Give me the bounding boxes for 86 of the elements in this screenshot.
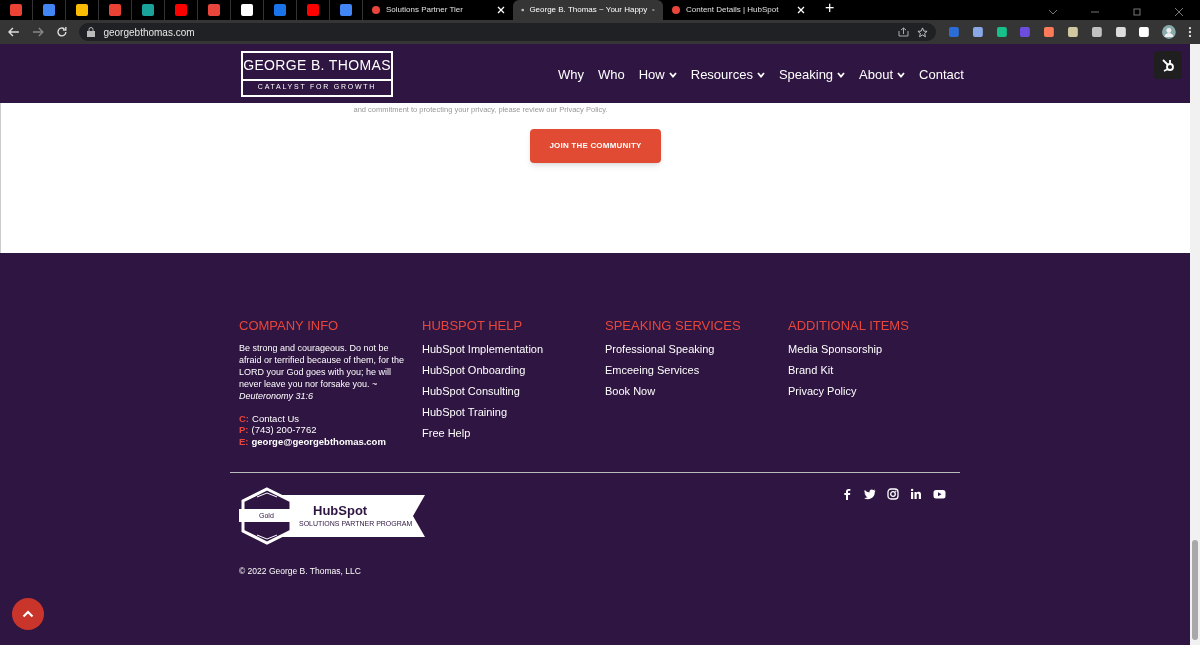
column-heading: ADDITIONAL ITEMS: [788, 317, 910, 335]
scrollbar-thumb[interactable]: [1192, 540, 1198, 640]
back-icon[interactable]: [8, 27, 20, 37]
contact-label: C:: [239, 412, 250, 424]
extension-icon[interactable]: [1114, 26, 1127, 38]
extension-icon[interactable]: [1090, 26, 1103, 38]
footer-link[interactable]: HubSpot Training: [422, 404, 507, 419]
browser-tab[interactable]: Solutions Partner Tier: [363, 0, 513, 20]
forward-icon[interactable]: [31, 27, 44, 37]
phone-number: (743) 200-7762: [251, 424, 317, 436]
footer-link[interactable]: HubSpot Consulting: [422, 383, 520, 398]
pinned-tab-icon[interactable]: [208, 4, 220, 16]
scrollbar[interactable]: [1190, 44, 1200, 645]
footer-link[interactable]: HubSpot Onboarding: [422, 362, 526, 377]
extension-icon[interactable]: [971, 26, 984, 38]
footer-link[interactable]: Privacy Policy: [788, 383, 857, 398]
contact-link[interactable]: Contact Us: [252, 412, 300, 424]
footer-link[interactable]: Professional Speaking: [605, 341, 715, 356]
footer-link[interactable]: Book Now: [605, 383, 656, 398]
hubspot-button[interactable]: [1154, 51, 1182, 79]
more-icon[interactable]: [1188, 26, 1192, 38]
tab-title: Solutions Partner Tier: [386, 4, 464, 16]
extension-icon[interactable]: [1138, 26, 1151, 38]
footer-link[interactable]: Emceeing Services: [605, 362, 700, 377]
sprocket-icon: [1160, 57, 1176, 73]
tab-title: George B. Thomas ~ Your Happy: [529, 4, 648, 16]
chevron-up-icon: [22, 610, 34, 618]
column-heading: SPEAKING SERVICES: [605, 317, 742, 335]
browser-tab[interactable]: George B. Thomas ~ Your Happy: [513, 0, 663, 20]
caret-icon: [756, 71, 765, 78]
favicon-icon: [371, 5, 381, 15]
address-bar[interactable]: georgebthomas.com: [79, 23, 936, 41]
extension-icon[interactable]: [1067, 26, 1079, 38]
facebook-icon[interactable]: [841, 488, 853, 500]
logo-title: GEORGE B. THOMAS: [243, 52, 391, 81]
tab-title: Content Details | HubSpot: [686, 4, 780, 16]
nav-link[interactable]: Speaking: [778, 64, 846, 85]
pinned-tab-icon[interactable]: [10, 4, 22, 16]
footer-link[interactable]: Brand Kit: [788, 362, 834, 377]
quote-text: Be strong and courageous. Do not be afraid or terrified because of them, for the LORD your God goes with you; he will never leave you nor forsake you. ~ Deuteronomy 31:6: [239, 341, 406, 402]
avatar-icon[interactable]: [1162, 25, 1177, 39]
join-button[interactable]: JOIN THE COMMUNITY: [530, 129, 661, 164]
twitter-icon[interactable]: [864, 488, 876, 500]
favicon-icon: [671, 5, 681, 15]
pinned-tab-icon[interactable]: [76, 4, 88, 16]
contact-label: P:: [239, 424, 249, 436]
pinned-tab-icon[interactable]: [307, 4, 319, 16]
caret-icon: [837, 71, 846, 78]
pinned-tab-icon[interactable]: [340, 4, 352, 16]
column-heading: COMPANY INFO: [239, 317, 340, 335]
youtube-icon[interactable]: [933, 488, 946, 500]
email-link[interactable]: george@georgebthomas.com: [251, 435, 386, 447]
share-icon[interactable]: [898, 27, 909, 37]
nav-link[interactable]: About: [859, 64, 906, 85]
chevron-down-icon[interactable]: [1048, 8, 1058, 16]
pinned-tab-icon[interactable]: [175, 4, 187, 16]
lock-icon: [87, 27, 96, 37]
url-text: georgebthomas.com: [103, 25, 196, 40]
pinned-tab-icon[interactable]: [142, 4, 154, 16]
nav-link[interactable]: Contact: [919, 64, 964, 85]
nav-link[interactable]: Who: [598, 64, 625, 85]
reload-icon[interactable]: [55, 26, 68, 38]
footer-link[interactable]: Free Help: [422, 425, 471, 440]
linkedin-icon[interactable]: [910, 488, 922, 500]
nav-link[interactable]: Why: [558, 64, 584, 85]
pinned-tab-icon[interactable]: [241, 4, 253, 16]
caret-icon: [897, 71, 906, 78]
column-heading: HUBSPOT HELP: [422, 317, 524, 335]
footer-link[interactable]: HubSpot Implementation: [422, 341, 544, 356]
scroll-top-button[interactable]: [12, 598, 44, 630]
pinned-tab-icon[interactable]: [43, 4, 55, 16]
restore-icon[interactable]: [1132, 8, 1142, 16]
browser-tab[interactable]: Content Details | HubSpot: [663, 0, 813, 20]
new-tab-button[interactable]: +: [813, 0, 847, 20]
contact-label: E:: [239, 435, 249, 447]
caret-icon: [668, 71, 677, 78]
footer-link[interactable]: Media Sponsorship: [788, 341, 883, 356]
instagram-icon[interactable]: [887, 488, 899, 500]
nav-link[interactable]: How: [638, 64, 677, 85]
extension-icon[interactable]: [995, 26, 1008, 38]
nav-link[interactable]: Resources: [690, 64, 765, 85]
pinned-tab-icon[interactable]: [109, 4, 121, 16]
star-icon[interactable]: [917, 26, 928, 38]
pinned-tab-icon[interactable]: [274, 4, 286, 16]
copyright-text: © 2022 George B. Thomas, LLC: [239, 565, 362, 578]
badge-brand: HubSpot: [313, 502, 368, 520]
